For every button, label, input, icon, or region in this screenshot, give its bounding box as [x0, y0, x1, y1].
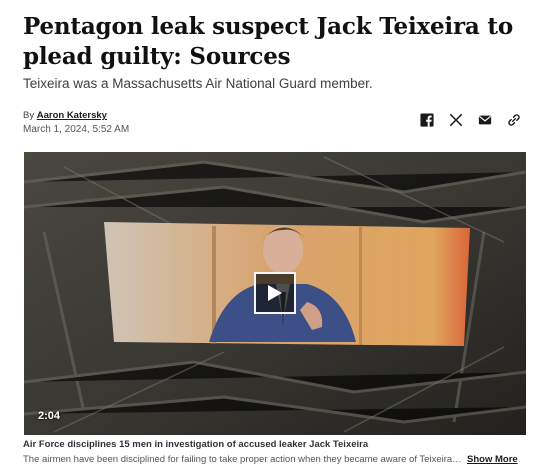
headline: Pentagon leak suspect Jack Teixeira to p…: [23, 13, 513, 70]
subheadline: Teixeira was a Massachusetts Air Nationa…: [23, 76, 373, 91]
x-icon[interactable]: [448, 112, 464, 128]
video-duration: 2:04: [38, 410, 61, 422]
email-icon[interactable]: [477, 112, 493, 128]
show-more-link[interactable]: Show More: [467, 454, 518, 465]
share-bar: [419, 112, 522, 128]
play-icon: [268, 285, 282, 301]
video-description: The airmen have been disciplined for fai…: [23, 454, 463, 465]
author-link[interactable]: Aaron Katersky: [37, 110, 107, 121]
play-button[interactable]: [254, 272, 296, 314]
publish-date: March 1, 2024, 5:52 AM: [23, 124, 130, 135]
video-title: Air Force disciplines 15 men in investig…: [23, 439, 369, 450]
byline: By Aaron Katersky: [23, 110, 107, 121]
link-icon[interactable]: [506, 112, 522, 128]
video-player[interactable]: 2:04: [24, 152, 526, 435]
facebook-icon[interactable]: [419, 112, 435, 128]
byline-prefix: By: [23, 110, 35, 121]
